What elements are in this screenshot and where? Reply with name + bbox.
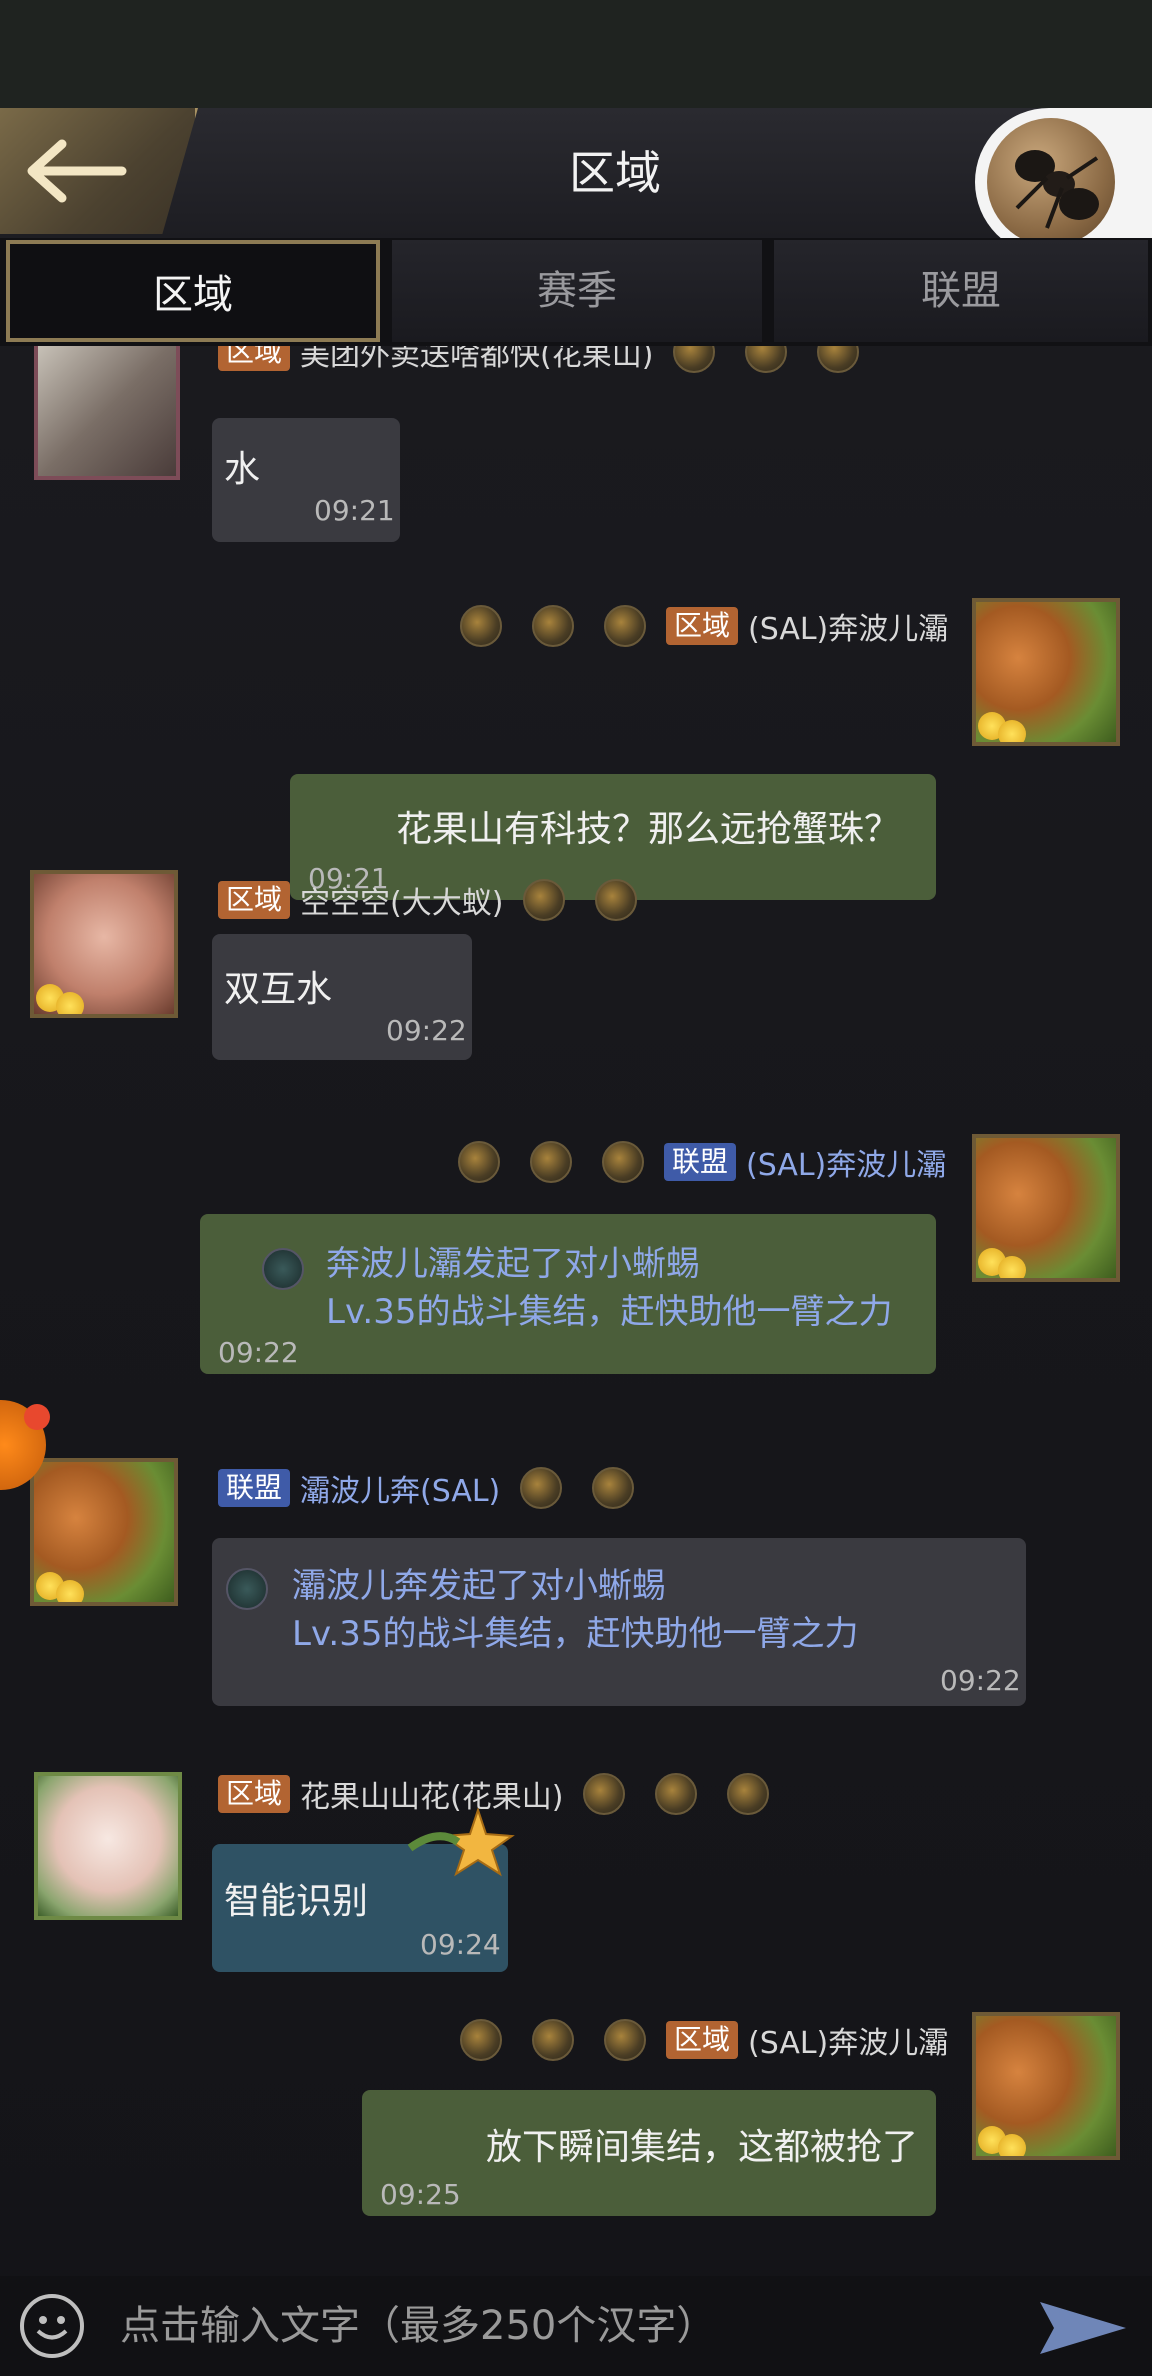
medal-icon — [583, 1773, 626, 1815]
channel-tag: 区域 — [666, 607, 739, 645]
sender-line: 区域 美团外卖送啥都快(花果山) — [218, 346, 869, 374]
chat-screen: 区域 区域 赛季 联盟 区域 美团外卖送啥都快(花果山) 水 09:21 区域 … — [0, 0, 1152, 2376]
input-bar: 点击输入文字（最多250个汉字） — [0, 2276, 1152, 2376]
sender-line: 区域 (SAL)奔波儿灞 — [450, 604, 948, 648]
avatar[interactable] — [972, 1134, 1120, 1282]
message-bubble[interactable]: 水 09:21 — [212, 418, 400, 542]
message-bubble[interactable]: 放下瞬间集结，这都被抢了 09:25 — [362, 2090, 936, 2216]
notification-dot — [24, 1404, 50, 1430]
sender-name[interactable]: 灞波儿奔(SAL) — [300, 1466, 500, 1510]
message-time: 09:25 — [380, 2178, 461, 2211]
page-title: 区域 — [569, 146, 661, 200]
sender-line: 区域 空空空(大大蚁) — [218, 878, 647, 922]
message-time: 09:22 — [386, 1014, 467, 1047]
message-input[interactable]: 点击输入文字（最多250个汉字） — [120, 2276, 716, 2376]
avatar[interactable] — [30, 1458, 178, 1606]
message-text: 花果山有科技？那么远抢蟹珠？ — [395, 809, 900, 850]
sender-name[interactable]: (SAL)奔波儿灞 — [748, 2018, 948, 2062]
message-bubble[interactable]: 灞波儿奔发起了对小蜥蜴 Lv.35的战斗集结，赶快助他一臂之力 09:22 — [212, 1538, 1026, 1706]
message-time: 09:22 — [218, 1336, 299, 1369]
sender-name[interactable]: (SAL)奔波儿灞 — [746, 1140, 946, 1184]
sender-line: 区域 (SAL)奔波儿灞 — [450, 2018, 948, 2062]
flower-icon — [998, 1256, 1026, 1278]
flower-icon — [998, 2134, 1026, 2156]
avatar[interactable] — [972, 598, 1120, 746]
emoji-icon[interactable] — [20, 2294, 84, 2358]
send-icon[interactable] — [1038, 2300, 1128, 2356]
channel-tag: 联盟 — [218, 1469, 291, 1507]
medal-icon — [532, 2019, 574, 2061]
sender-line: 联盟 (SAL)奔波儿灞 — [448, 1140, 946, 1184]
sender-name[interactable]: (SAL)奔波儿灞 — [748, 604, 948, 648]
flower-icon — [998, 720, 1026, 742]
message-bubble[interactable]: 双互水 09:22 — [212, 934, 472, 1060]
profile-avatar-button[interactable] — [975, 108, 1152, 256]
medal-icon — [655, 1773, 698, 1815]
avatar[interactable] — [30, 870, 178, 1018]
medal-icon — [727, 1773, 770, 1815]
message-bubble[interactable]: 智能识别 09:24 — [212, 1808, 515, 1972]
starfish-icon — [408, 1808, 515, 1877]
channel-tag: 区域 — [218, 1775, 291, 1813]
flower-icon — [56, 992, 84, 1014]
medal-icon — [532, 605, 574, 647]
channel-tag: 区域 — [666, 2021, 739, 2059]
flower-icon — [56, 1580, 84, 1602]
medal-icon — [595, 879, 638, 921]
message-text: 放下瞬间集结，这都被抢了 — [485, 2127, 918, 2168]
medal-icon — [745, 346, 788, 373]
medal-icon — [520, 1467, 563, 1509]
tab-alliance[interactable]: 联盟 — [774, 240, 1148, 342]
medal-icon — [530, 1141, 572, 1183]
tab-season[interactable]: 赛季 — [392, 240, 762, 342]
rally-line: 奔波儿灞发起了对小蜥蜴 — [326, 1244, 700, 1284]
message-time: 09:24 — [420, 1928, 501, 1961]
sender-name[interactable]: 美团外卖送啥都快(花果山) — [300, 346, 653, 374]
channel-tag: 联盟 — [664, 1143, 737, 1181]
sender-name[interactable]: 空空空(大大蚁) — [300, 878, 503, 922]
status-bar — [0, 0, 1152, 108]
avatar[interactable] — [34, 1772, 182, 1920]
rally-line: 灞波儿奔发起了对小蜥蜴 — [292, 1566, 666, 1606]
message-time: 09:22 — [940, 1664, 1021, 1697]
message-time: 09:21 — [314, 494, 395, 527]
medal-icon — [817, 346, 860, 373]
avatar[interactable] — [972, 2012, 1120, 2160]
rally-icon — [262, 1248, 304, 1290]
rally-line: Lv.35的战斗集结，赶快助他一臂之力 — [326, 1292, 893, 1332]
medal-icon — [460, 605, 502, 647]
message-text: 智能识别 — [224, 1881, 369, 1922]
arrow-left-icon — [27, 139, 127, 203]
medal-icon — [673, 346, 716, 373]
rally-line: Lv.35的战斗集结，赶快助他一臂之力 — [292, 1614, 859, 1654]
medal-icon — [602, 1141, 644, 1183]
message-text: 双互水 — [224, 969, 333, 1010]
tab-region[interactable]: 区域 — [6, 240, 380, 342]
medal-icon — [604, 2019, 646, 2061]
rally-link[interactable]: 奔波儿灞发起了对小蜥蜴 Lv.35的战斗集结，赶快助他一臂之力 — [326, 1240, 893, 1336]
message-bubble[interactable]: 奔波儿灞发起了对小蜥蜴 Lv.35的战斗集结，赶快助他一臂之力 09:22 — [200, 1214, 936, 1374]
medal-icon — [523, 879, 566, 921]
avatar[interactable] — [34, 346, 180, 480]
medal-icon — [460, 2019, 502, 2061]
sender-line: 联盟 灞波儿奔(SAL) — [218, 1466, 644, 1510]
medal-icon — [458, 1141, 500, 1183]
ant-avatar-icon — [987, 118, 1115, 246]
rally-link[interactable]: 灞波儿奔发起了对小蜥蜴 Lv.35的战斗集结，赶快助他一臂之力 — [292, 1562, 859, 1658]
medal-icon — [604, 605, 646, 647]
medal-icon — [592, 1467, 635, 1509]
message-text: 水 — [224, 449, 261, 490]
rally-icon — [226, 1568, 268, 1610]
chat-list[interactable]: 区域 美团外卖送啥都快(花果山) 水 09:21 区域 (SAL)奔波儿灞 花果… — [0, 346, 1152, 2276]
channel-tag: 区域 — [218, 881, 291, 919]
channel-tag: 区域 — [218, 346, 291, 371]
